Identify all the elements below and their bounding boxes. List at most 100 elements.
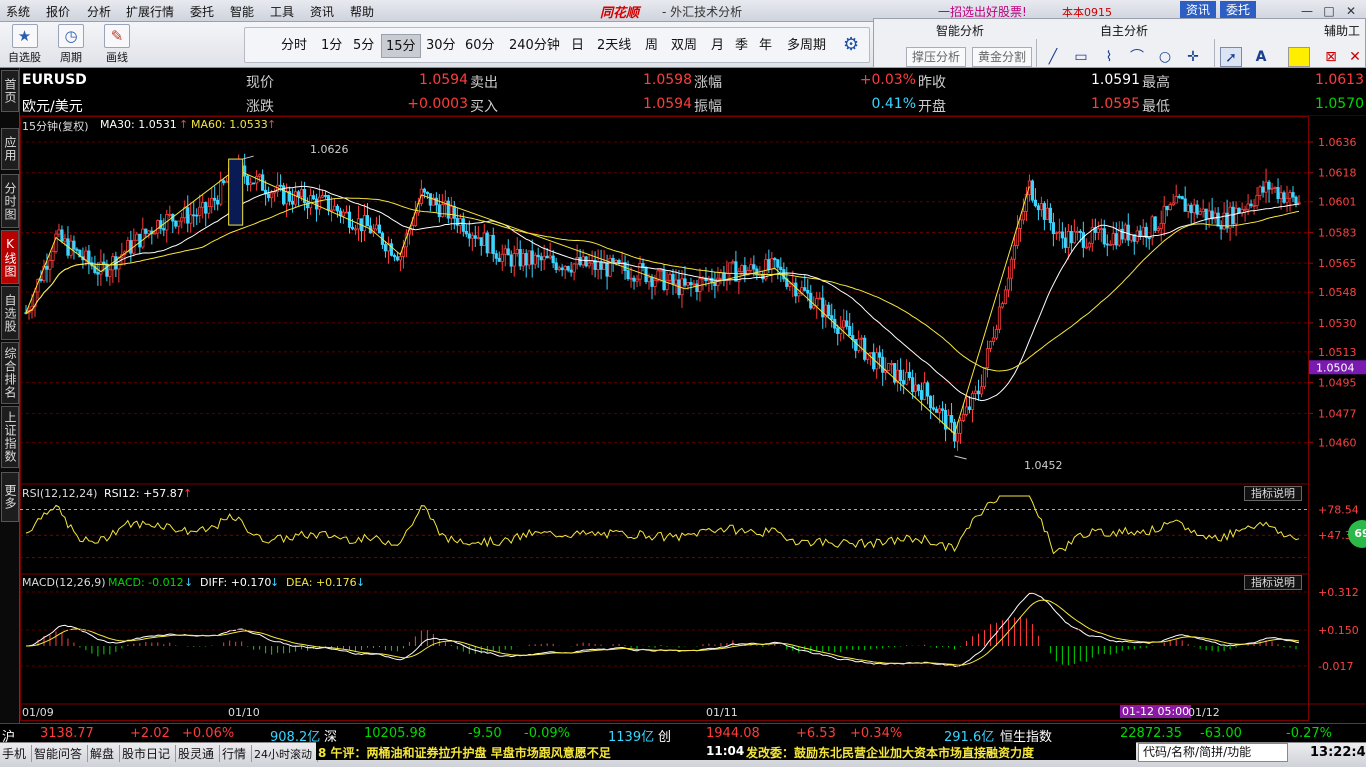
ellipse-tool-icon[interactable]: ○ xyxy=(1154,47,1176,67)
cross-tool-icon[interactable]: ✛ xyxy=(1182,47,1204,67)
candle-body xyxy=(1183,198,1187,212)
field-label: 最低 xyxy=(1142,99,1170,115)
status-phone[interactable]: 手机 xyxy=(2,745,33,762)
period-day[interactable]: 日 xyxy=(567,34,588,58)
rect-tool-icon[interactable]: ▭ xyxy=(1070,47,1092,67)
candle-body xyxy=(713,282,717,286)
golden-section-button[interactable]: 黄金分割 xyxy=(972,47,1033,67)
menu-trade[interactable]: 委托 xyxy=(190,3,214,20)
period-15m[interactable]: 15分 xyxy=(381,34,421,58)
menu-system[interactable]: 系统 xyxy=(6,3,30,20)
candle-body xyxy=(1099,228,1103,231)
text-tool-icon[interactable]: A xyxy=(1250,47,1272,67)
period-biweek[interactable]: 双周 xyxy=(667,34,701,58)
arc-tool-icon[interactable]: ⌒ xyxy=(1126,47,1148,67)
index-sh-value: 3138.77 xyxy=(40,726,94,741)
down-arrow-icon: ↓ xyxy=(184,576,194,589)
cursor-tool-icon[interactable]: ➚ xyxy=(1220,47,1242,67)
period-60m[interactable]: 60分 xyxy=(461,34,499,58)
candle-body xyxy=(1273,187,1277,189)
draw-line-button[interactable]: ✎ 画线 xyxy=(104,24,130,65)
candle-body xyxy=(982,367,987,388)
news-headline[interactable]: 发改委：鼓励东北民营企业加大资本市场直接融资力度 xyxy=(746,744,1034,761)
period-quarter[interactable]: 季 xyxy=(731,34,752,58)
gear-icon[interactable]: ⚙ xyxy=(843,34,859,55)
index-cy-change: +6.53 xyxy=(796,726,836,741)
candle-body xyxy=(869,352,873,354)
candle-body xyxy=(320,195,325,198)
tab-more[interactable]: 更多 xyxy=(1,472,19,522)
candle-body xyxy=(967,406,972,410)
status-rolling[interactable]: 24小时滚动 xyxy=(254,746,318,762)
candle-body xyxy=(979,386,984,395)
menu-news[interactable]: 资讯 xyxy=(310,3,334,20)
tab-home[interactable]: 首页 xyxy=(1,70,19,112)
candle-body xyxy=(48,259,52,270)
period-button[interactable]: ◷ 周期 xyxy=(58,24,84,65)
candle-body xyxy=(1051,222,1055,235)
tab-timeshare[interactable]: 分时图 xyxy=(1,174,19,228)
candle-body xyxy=(1234,207,1238,225)
tab-kline[interactable]: K线图 xyxy=(1,230,19,284)
period-5m[interactable]: 5分 xyxy=(349,34,378,58)
macd-explain-button[interactable]: 指标说明 xyxy=(1244,575,1302,590)
candle-body xyxy=(473,235,477,239)
period-240m[interactable]: 240分钟 xyxy=(505,34,564,58)
candle-body xyxy=(662,269,666,291)
candle-body xyxy=(1111,233,1115,245)
candle-body xyxy=(1015,227,1020,246)
period-multi[interactable]: 多周期 xyxy=(783,34,830,58)
tab-ranking[interactable]: 综合排名 xyxy=(1,342,19,404)
menu-tools[interactable]: 工具 xyxy=(270,3,294,20)
date-label: 01/09 xyxy=(22,706,54,719)
candle-body xyxy=(506,248,510,256)
period-year[interactable]: 年 xyxy=(755,34,776,58)
status-commentary[interactable]: 解盘 xyxy=(90,745,121,762)
news-ticker[interactable]: 8 午评：两桶油和证券拉升护盘 早盘市场跟风意愿不足 11:04 发改委：鼓励东… xyxy=(316,742,1136,760)
candle-body xyxy=(1246,203,1250,210)
tab-watchlist[interactable]: 自选股 xyxy=(1,286,19,340)
news-headline[interactable]: 8 午评：两桶油和证券拉升护盘 早盘市场跟风意愿不足 xyxy=(318,744,611,761)
tab-apps[interactable]: 应用 xyxy=(1,128,19,170)
candle-body xyxy=(299,189,304,197)
period-30m[interactable]: 30分 xyxy=(422,34,460,58)
rsi-explain-button[interactable]: 指标说明 xyxy=(1244,486,1302,501)
candle-body xyxy=(144,228,148,234)
candle-body xyxy=(991,337,996,342)
polyline-tool-icon[interactable]: ⌇ xyxy=(1098,47,1120,67)
close-icon[interactable]: ✕ xyxy=(1344,47,1366,67)
menu-quote[interactable]: 报价 xyxy=(46,3,70,20)
color-swatch-icon[interactable] xyxy=(1288,47,1310,67)
status-diary[interactable]: 股市日记 xyxy=(122,745,177,762)
menu-smart[interactable]: 智能 xyxy=(230,3,254,20)
tab-shanghai-index[interactable]: 上证指数 xyxy=(1,406,19,468)
candle-body xyxy=(899,369,903,381)
candle-body xyxy=(518,249,522,267)
chart-canvas[interactable]: 1.0636 1.0618 1.0601 1.0583 1.0565 1.0548 1.05… xyxy=(20,116,1366,723)
menu-extended[interactable]: 扩展行情 xyxy=(126,3,174,20)
kline-chart[interactable]: 1.0636 1.0618 1.0601 1.0583 1.0565 1.0548 1.05… xyxy=(20,116,1366,740)
field-value: 0.41% xyxy=(871,96,916,112)
watchlist-label: 自选股 xyxy=(8,51,41,64)
quote-header: EURUSD 欧元/美元 现价 1.0594 卖出 1.0598 涨幅 +0.0… xyxy=(20,68,1366,116)
menu-analysis[interactable]: 分析 xyxy=(87,3,111,20)
period-1m[interactable]: 1分 xyxy=(317,34,346,58)
candle-body xyxy=(674,279,678,285)
status-lingtong[interactable]: 股灵通 xyxy=(178,745,221,762)
menu-help[interactable]: 帮助 xyxy=(350,3,374,20)
support-analysis-button[interactable]: 撑压分析 xyxy=(906,47,967,67)
status-market[interactable]: 行情 xyxy=(222,745,253,762)
line-tool-icon[interactable]: ╱ xyxy=(1042,47,1064,67)
status-qa[interactable]: 智能问答 xyxy=(34,745,89,762)
code-search-input[interactable]: 代码/名称/简拼/功能 xyxy=(1138,743,1288,762)
candle-body xyxy=(279,184,283,187)
period-month[interactable]: 月 xyxy=(707,34,728,58)
period-week[interactable]: 周 xyxy=(641,34,662,58)
watchlist-button[interactable]: ★ 自选股 xyxy=(8,24,41,65)
period-tick[interactable]: 分时 xyxy=(277,34,311,58)
candle-body xyxy=(1069,231,1073,244)
candle-body xyxy=(1186,204,1190,212)
candle-body xyxy=(258,174,262,177)
period-2day[interactable]: 2天线 xyxy=(593,34,635,58)
delete-tool-icon[interactable]: ⊠ xyxy=(1320,47,1342,67)
